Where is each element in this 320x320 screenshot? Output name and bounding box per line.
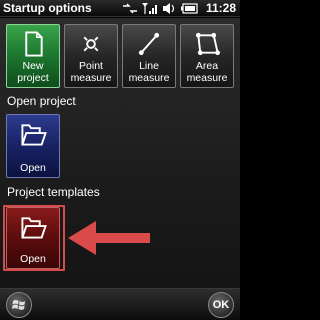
window-title: Startup options xyxy=(3,1,92,15)
project-templates-heading: Project templates xyxy=(7,185,100,199)
area-measure-button[interactable]: Area measure xyxy=(180,24,234,88)
signal-icon[interactable] xyxy=(141,2,157,15)
open-project-button[interactable]: Open xyxy=(6,114,60,178)
line-measure-button[interactable]: Line measure xyxy=(122,24,176,88)
area-measure-icon xyxy=(195,32,220,56)
new-project-label: New project xyxy=(17,60,49,84)
status-bar: Startup options 11:28 xyxy=(0,0,240,17)
open-project-label: Open xyxy=(20,162,46,174)
new-project-button[interactable]: New project xyxy=(6,24,60,88)
new-document-icon xyxy=(25,31,43,57)
ok-button[interactable]: OK xyxy=(208,292,234,318)
annotation-arrow-icon xyxy=(68,221,150,255)
area-measure-label: Area measure xyxy=(186,60,228,84)
battery-icon[interactable] xyxy=(180,2,198,15)
line-measure-icon xyxy=(138,32,160,56)
soft-key-bar: OK xyxy=(0,288,240,320)
clock-time: 11:28 xyxy=(205,1,236,15)
point-measure-label: Point measure xyxy=(70,60,112,84)
open-folder-icon xyxy=(21,124,47,146)
point-measure-button[interactable]: Point measure xyxy=(64,24,118,88)
connectivity-icon[interactable] xyxy=(121,2,139,15)
windows-logo-icon xyxy=(12,300,25,310)
start-button[interactable] xyxy=(6,292,32,318)
annotation-highlight-box xyxy=(3,205,65,271)
line-measure-label: Line measure xyxy=(128,60,170,84)
open-project-heading: Open project xyxy=(7,94,76,108)
volume-icon[interactable] xyxy=(161,2,177,15)
point-measure-icon xyxy=(83,36,99,52)
